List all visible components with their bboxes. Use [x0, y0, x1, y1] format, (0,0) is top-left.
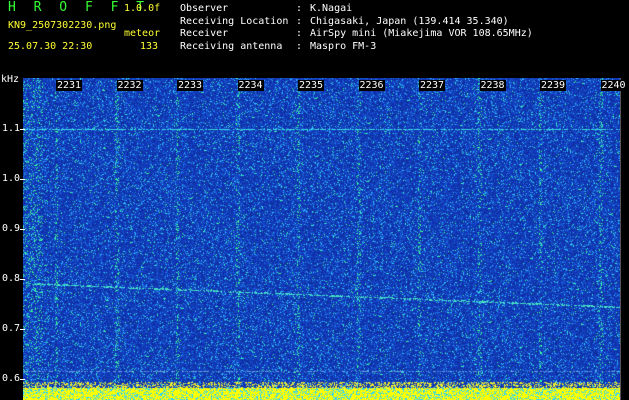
- info-value: K.Nagai: [310, 3, 353, 14]
- info-row-antenna: Receiving antenna: Maspro FM-3: [180, 41, 533, 54]
- y-tick-label: 1.1: [2, 123, 21, 134]
- x-tick-label: 2237: [419, 80, 446, 91]
- info-row-location: Receiving Location: Chigasaki, Japan (139…: [180, 16, 533, 29]
- meteor-label: meteor: [124, 28, 161, 39]
- version-label: 1.0.0f: [124, 3, 161, 14]
- y-tick-label: 1.0: [2, 173, 21, 184]
- info-colon: :: [296, 3, 303, 14]
- info-row-receiver: Receiver: AirSpy mini (Miakejima VOR 108.…: [180, 28, 533, 41]
- meteor-count: 133: [140, 41, 159, 52]
- plot-right-border: [620, 78, 621, 400]
- y-tick-mark: [20, 379, 25, 380]
- y-tick-mark: [20, 229, 25, 230]
- y-tick-mark: [20, 179, 25, 180]
- info-key: Receiving Location: [180, 15, 289, 27]
- spectrogram-canvas: [23, 78, 620, 400]
- datetime-label: 25.07.30 22:30: [8, 41, 93, 52]
- info-value: Maspro FM-3: [310, 40, 377, 52]
- info-row-observer: Observer: K.Nagai: [180, 3, 533, 16]
- y-tick-mark: [20, 129, 25, 130]
- info-value: AirSpy mini (Miakejima VOR 108.65MHz): [310, 28, 533, 39]
- info-colon: :: [296, 28, 303, 39]
- y-tick-label: 0.9: [2, 223, 21, 234]
- x-tick-label: 2239: [540, 80, 567, 91]
- y-tick-mark: [20, 279, 25, 280]
- y-tick-label: 0.8: [2, 273, 21, 284]
- x-tick-label: 2231: [56, 80, 83, 91]
- x-tick-label: 2233: [177, 80, 204, 91]
- spectrogram[interactable]: [23, 78, 620, 400]
- info-value: Chigasaki, Japan (139.414 35.340): [310, 15, 509, 27]
- info-colon: :: [296, 40, 303, 52]
- y-axis-unit: kHz: [1, 74, 20, 85]
- filename-label: KN9_2507302230.png: [8, 20, 117, 31]
- info-panel: Observer: K.Nagai Receiving Location: Chig…: [180, 3, 533, 53]
- info-key: Receiving antenna: [180, 40, 283, 52]
- info-key: Receiver: [180, 28, 229, 39]
- info-colon: :: [296, 15, 303, 27]
- x-tick-label: 2240: [600, 80, 627, 91]
- y-tick-label: 0.7: [2, 323, 21, 334]
- x-tick-label: 2232: [116, 80, 143, 91]
- x-tick-label: 2235: [298, 80, 325, 91]
- x-tick-label: 2236: [358, 80, 385, 91]
- x-tick-label: 2234: [237, 80, 264, 91]
- x-tick-label: 2238: [479, 80, 506, 91]
- y-tick-mark: [20, 329, 25, 330]
- y-tick-label: 0.6: [2, 373, 21, 384]
- info-key: Observer: [180, 3, 229, 14]
